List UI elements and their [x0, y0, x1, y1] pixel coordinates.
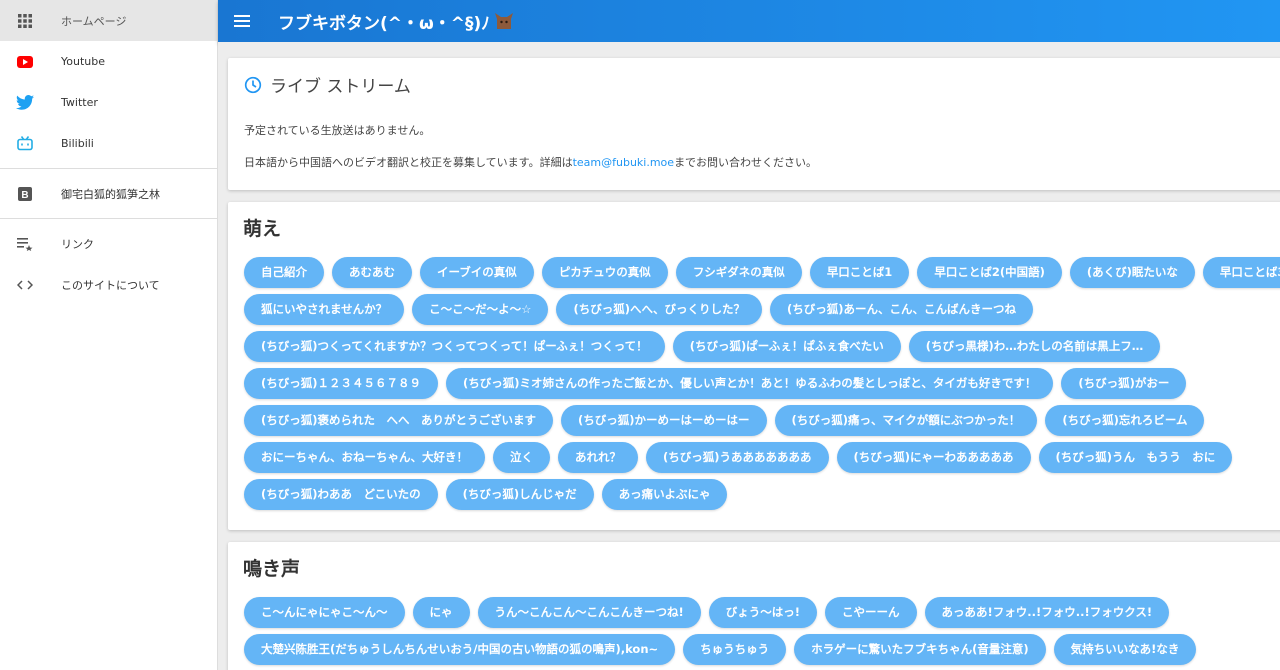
sidebar-item-label: ホームページ [61, 14, 127, 28]
bilibili-icon [16, 135, 34, 153]
playlist-icon [16, 235, 34, 253]
sidebar-item-home[interactable]: ホームページ [0, 0, 217, 41]
sidebar-item-label: 御宅白狐的狐笋之林 [61, 187, 160, 201]
voice-button[interactable]: (ちびっ狐)１２３４５６７８９ [244, 368, 439, 399]
sidebar-item-twitter[interactable]: Twitter [0, 82, 217, 123]
voice-button[interactable]: (ちびっ狐)へへ、びっくりした？ [556, 294, 762, 325]
main-content: ライブ ストリーム 予定されている生放送はありません。 日本語から中国語へのビデ… [218, 42, 1280, 670]
section-title: 鳴き声 [243, 558, 301, 580]
sidebar-item-label: Youtube [61, 55, 105, 68]
contact-email-link[interactable]: team@fubuki.moe [573, 156, 674, 169]
voice-button[interactable]: (ちびっ狐)にゃーわあああああ [836, 442, 1031, 473]
blog-icon: B [16, 185, 34, 203]
fox-emoji-icon [494, 12, 514, 30]
voice-button[interactable]: こ〜こ〜だ〜よ〜☆ [412, 294, 549, 325]
sidebar-item-bilibili[interactable]: Bilibili [0, 123, 217, 164]
voice-button[interactable]: びょう〜はっ! [708, 597, 817, 628]
voice-button[interactable]: (ちびっ狐)うん もうう おに [1038, 442, 1233, 473]
section-title: 萌え [243, 218, 282, 240]
sidebar-item-label: Bilibili [61, 137, 94, 150]
voice-button[interactable]: 自己紹介 [244, 257, 324, 288]
voice-button-list: 自己紹介 あむあむ イーブイの真似 ピカチュウの真似 フシギダネの真似 早口ことば1 早口こ… [244, 257, 1280, 516]
voice-button[interactable]: あっああ!フォウ..!フォウ..!フォウクス! [924, 597, 1170, 628]
code-icon [16, 276, 34, 294]
menu-button[interactable] [218, 0, 266, 42]
sidebar-divider [0, 168, 217, 169]
voice-button[interactable]: こ〜んにゃにゃこ〜ん〜 [244, 597, 405, 628]
app-root: ホームページ Youtube Twitter Bilibili B 御宅白狐的狐 [0, 0, 1280, 670]
voice-button[interactable]: 早口ことば3 [1202, 257, 1280, 288]
voice-button[interactable]: 泣く [493, 442, 550, 473]
live-stream-header: ライブ ストリーム [244, 72, 1272, 97]
cry-section: 鳴き声 こ〜んにゃにゃこ〜ん〜 にゃ うん〜こんこん〜こんこんきーつね! びょう〜はっ… [228, 542, 1280, 670]
sidebar-item-about[interactable]: このサイトについて [0, 264, 217, 305]
sidebar-item-label: Twitter [61, 96, 98, 109]
voice-button[interactable]: (あくび)眠たいな [1069, 257, 1195, 288]
twitter-icon [16, 94, 34, 112]
voice-button[interactable]: 早口ことば1 [809, 257, 910, 288]
sidebar-item-label: このサイトについて [61, 278, 160, 292]
svg-text:B: B [21, 190, 28, 201]
voice-button[interactable]: (ちびっ黒様)わ…わたしの名前は黒上フ… [908, 331, 1161, 362]
voice-button[interactable]: (ちびっ狐)かーめーはーめーはー [561, 405, 767, 436]
sidebar-item-blog[interactable]: B 御宅白狐的狐笋之林 [0, 173, 217, 214]
voice-button[interactable]: (ちびっ狐)褒められた へへ ありがとうございます [244, 405, 554, 436]
voice-button[interactable]: 大楚兴陈胜王(だちゅうしんちんせいおう/中国の古い物語の狐の鳴声),kon~ [244, 634, 676, 665]
voice-button[interactable]: ピカチュウの真似 [541, 257, 668, 288]
voice-button[interactable]: 気持ちいいなあ!なき [1053, 634, 1197, 665]
voice-button[interactable]: (ちびっ狐)あーん、こん、こんばんきーつね [769, 294, 1033, 325]
recruit-message: 日本語から中国語へのビデオ翻訳と校正を募集しています。詳細はteam@fubuk… [244, 155, 1272, 171]
apps-grid-icon [16, 12, 34, 30]
voice-button[interactable]: 早口ことば2(中国語) [917, 257, 1062, 288]
voice-button[interactable]: (ちびっ狐)ミオ姉さんの作ったご飯とか、優しい声とか！あと！ゆるふわの髪としっぽ… [446, 368, 1054, 399]
sidebar-item-youtube[interactable]: Youtube [0, 41, 217, 82]
voice-button[interactable]: こやーーん [825, 597, 917, 628]
voice-button[interactable]: あむあむ [332, 257, 412, 288]
voice-button[interactable]: ホラゲーに驚いたフブキちゃん(音量注意) [794, 634, 1046, 665]
voice-button[interactable]: おにーちゃん、おねーちゃん、大好き！ [244, 442, 485, 473]
voice-button[interactable]: (ちびっ狐)ぱーふぇ！ぱふぇ食べたい [672, 331, 901, 362]
voice-button[interactable]: ちゅうちゅう [683, 634, 787, 665]
voice-button[interactable]: うん〜こんこん〜こんこんきーつね! [477, 597, 701, 628]
recruit-suffix: までお問い合わせください。 [674, 156, 818, 169]
voice-button[interactable]: (ちびっ狐)しんじゃだ [445, 479, 594, 510]
sidebar-divider [0, 218, 217, 219]
top-app-bar: フブキボタン(^・ω・^§)ﾉ [218, 0, 1280, 42]
clock-icon [244, 76, 262, 94]
voice-button[interactable]: (ちびっ狐)つくってくれますか？つくってつくって！ぱーふぇ！つくって！ [244, 331, 665, 362]
voice-button[interactable]: あっ痛いよぶにゃ [601, 479, 728, 510]
voice-button[interactable]: あれれ？ [558, 442, 638, 473]
sidebar: ホームページ Youtube Twitter Bilibili B 御宅白狐的狐 [0, 0, 218, 670]
sidebar-item-links[interactable]: リンク [0, 223, 217, 264]
youtube-icon [16, 53, 34, 71]
voice-button[interactable]: (ちびっ狐)忘れろビーム [1045, 405, 1205, 436]
voice-button[interactable]: 狐にいやされませんか？ [244, 294, 405, 325]
sidebar-item-label: リンク [61, 237, 94, 251]
voice-button[interactable]: (ちびっ狐)うあああああああ [646, 442, 829, 473]
voice-button[interactable]: (ちびっ狐)わああ どこいたの [244, 479, 438, 510]
recruit-prefix: 日本語から中国語へのビデオ翻訳と校正を募集しています。詳細は [244, 156, 573, 169]
live-stream-card: ライブ ストリーム 予定されている生放送はありません。 日本語から中国語へのビデ… [228, 58, 1280, 190]
voice-button[interactable]: フシギダネの真似 [675, 257, 802, 288]
voice-button-list: こ〜んにゃにゃこ〜ん〜 にゃ うん〜こんこん〜こんこんきーつね! びょう〜はっ! こやー… [244, 597, 1280, 670]
voice-button[interactable]: にゃ [412, 597, 470, 628]
voice-button[interactable]: (ちびっ狐)がおー [1061, 368, 1187, 399]
moe-section: 萌え 自己紹介 あむあむ イーブイの真似 ピカチュウの真似 フシギダネの真似 早口ことば1… [228, 202, 1280, 530]
live-stream-title: ライブ ストリーム [270, 77, 411, 97]
no-stream-message: 予定されている生放送はありません。 [244, 124, 431, 137]
voice-button[interactable]: (ちびっ狐)痛っ、マイクが額にぶつかった！ [774, 405, 1038, 436]
page-title: フブキボタン(^・ω・^§)ﾉ [278, 13, 490, 34]
hamburger-menu-icon [234, 12, 250, 31]
voice-button[interactable]: イーブイの真似 [420, 257, 534, 288]
